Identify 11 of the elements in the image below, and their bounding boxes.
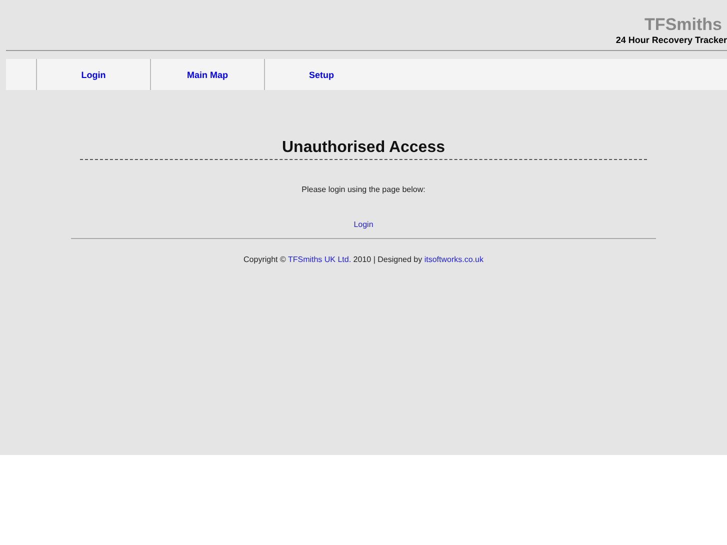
nav-link[interactable]: Main Map: [186, 70, 228, 80]
login-link[interactable]: Login: [354, 220, 374, 229]
page-title: Unauthorised Access: [280, 138, 446, 158]
site-tagline: 24 Hour Recovery Tracker: [616, 35, 727, 46]
nav-link[interactable]: Login: [81, 70, 106, 80]
footer-link[interactable]: itsoftworks.co.uk: [424, 255, 484, 264]
site-logo: TFSmiths: [644, 15, 723, 35]
nav-link[interactable]: Setup: [308, 70, 334, 80]
copyright-text: Copyright © TFSmiths UK Ltd. 2010 | Designed by itsoftworks.co.uk: [242, 255, 484, 264]
message-text: Please login using the page below:: [300, 185, 426, 194]
footer-link[interactable]: TFSmiths UK Ltd.: [288, 255, 352, 264]
